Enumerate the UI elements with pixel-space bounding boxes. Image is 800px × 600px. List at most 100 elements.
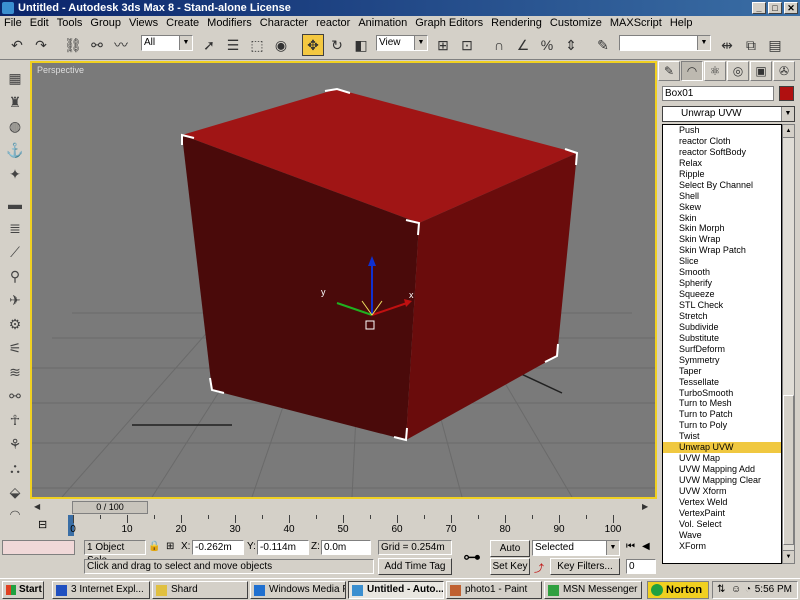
- select-and-move-icon[interactable]: ✥: [302, 34, 324, 56]
- select-object-icon[interactable]: ➚: [198, 34, 220, 56]
- menu-help[interactable]: Help: [666, 16, 697, 30]
- modifier-item[interactable]: Stretch: [663, 311, 781, 322]
- clock-tray-icon[interactable]: ◔: [745, 582, 751, 598]
- scroll-thumb[interactable]: [783, 395, 794, 545]
- toy-car-icon[interactable]: ⚙: [4, 313, 26, 335]
- modifier-item[interactable]: Smooth: [663, 267, 781, 278]
- hinge-icon[interactable]: ⚘: [4, 433, 26, 455]
- network-icon[interactable]: ⇅: [717, 582, 725, 598]
- modifier-item[interactable]: UVW Map: [663, 453, 781, 464]
- spring-icon[interactable]: ≣: [4, 217, 26, 239]
- tab-create[interactable]: ✎: [658, 61, 680, 81]
- default-in-out-tangent-icon[interactable]: ⤴: [534, 560, 544, 575]
- modifier-item[interactable]: TurboSmooth: [663, 388, 781, 399]
- modifier-item[interactable]: UVW Xform: [663, 486, 781, 497]
- maximize-button[interactable]: □: [768, 2, 782, 14]
- deforming-mesh-icon[interactable]: ✦: [4, 163, 26, 185]
- constraint-solver-icon[interactable]: ⚯: [4, 385, 26, 407]
- menu-customize[interactable]: Customize: [546, 16, 606, 30]
- y-coordinate-field[interactable]: -0.114m: [257, 540, 309, 555]
- ragdoll-icon[interactable]: ☥: [4, 409, 26, 431]
- absolute-mode-icon[interactable]: ⊞: [166, 541, 174, 552]
- modifier-item[interactable]: Skew: [663, 202, 781, 213]
- modifier-item[interactable]: Taper: [663, 366, 781, 377]
- layer-manager-icon[interactable]: ▤: [764, 34, 786, 56]
- mini-curve-editor-icon[interactable]: ⊟: [38, 518, 54, 532]
- menu-tools[interactable]: Tools: [53, 16, 87, 30]
- rigid-body-collection-icon[interactable]: ▦: [4, 67, 26, 89]
- modifier-item[interactable]: Squeeze: [663, 289, 781, 300]
- scroll-down-icon[interactable]: ▼: [783, 550, 794, 563]
- spinner-snap-icon[interactable]: ⇕: [560, 34, 582, 56]
- messenger-tray-icon[interactable]: ☺: [731, 582, 741, 598]
- modifier-item-highlighted[interactable]: Unwrap UVW: [663, 442, 781, 454]
- menu-views[interactable]: Views: [125, 16, 162, 30]
- modifier-item[interactable]: Vol. Select: [663, 519, 781, 530]
- time-slider[interactable]: 0 / 100: [72, 501, 148, 514]
- tab-display[interactable]: ▣: [750, 61, 772, 81]
- tab-utilities[interactable]: ✇: [773, 61, 795, 81]
- close-button[interactable]: ✕: [784, 2, 798, 14]
- modifier-list-dropdown[interactable]: Unwrap UVW ▼: [662, 106, 795, 122]
- set-key-icon[interactable]: ⊶: [458, 542, 486, 574]
- named-selection-sets-dropdown[interactable]: ▼: [619, 35, 711, 51]
- mirror-icon[interactable]: ⇹: [716, 34, 738, 56]
- minimize-button[interactable]: _: [752, 2, 766, 14]
- modifier-item[interactable]: Select By Channel: [663, 180, 781, 191]
- edit-named-selection-icon[interactable]: ✎: [592, 34, 614, 56]
- modifier-item[interactable]: Relax: [663, 158, 781, 169]
- fracture-icon[interactable]: ⚟: [4, 337, 26, 359]
- object-name-field[interactable]: Box01: [662, 86, 774, 101]
- norton-button[interactable]: Norton: [647, 581, 709, 599]
- cloth-collection-icon[interactable]: ♜: [4, 91, 26, 113]
- task-msn-messenger[interactable]: MSN Messenger: [544, 581, 642, 599]
- current-frame-field[interactable]: 0: [626, 559, 656, 574]
- modifier-item[interactable]: Wave: [663, 530, 781, 541]
- modifier-item[interactable]: reactor Cloth: [663, 136, 781, 147]
- modifier-item[interactable]: Skin: [663, 213, 781, 224]
- task-3ds-max[interactable]: Untitled - Auto...: [348, 581, 444, 599]
- undo-icon[interactable]: ↶: [6, 34, 28, 56]
- plane-icon[interactable]: ▬: [4, 193, 26, 215]
- select-and-link-icon[interactable]: ⛓: [62, 34, 84, 56]
- pivot-center-icon[interactable]: ⊞: [432, 34, 454, 56]
- modifier-item[interactable]: XForm: [663, 541, 781, 552]
- key-mode-dropdown[interactable]: Selected ▼: [532, 540, 620, 556]
- bind-to-space-warp-icon[interactable]: 〰: [110, 34, 132, 56]
- menu-character[interactable]: Character: [256, 16, 312, 30]
- prismatic-icon[interactable]: ⬙: [4, 481, 26, 503]
- modifier-item[interactable]: Ripple: [663, 169, 781, 180]
- maxscript-listener-mini[interactable]: [2, 540, 75, 555]
- modifier-list-scrollbar[interactable]: ▲ ▼: [782, 124, 795, 564]
- modifier-item[interactable]: Symmetry: [663, 355, 781, 366]
- modifier-item[interactable]: Turn to Mesh: [663, 398, 781, 409]
- snaps-toggle-icon[interactable]: ∩: [488, 34, 510, 56]
- tab-motion[interactable]: ◎: [727, 61, 749, 81]
- tab-hierarchy[interactable]: ⚛: [704, 61, 726, 81]
- modifier-item[interactable]: Slice: [663, 256, 781, 267]
- modifier-item[interactable]: Shell: [663, 191, 781, 202]
- previous-key-icon[interactable]: ◀: [642, 541, 650, 552]
- modifier-item[interactable]: Subdivide: [663, 322, 781, 333]
- modifier-item[interactable]: Vertex Weld: [663, 497, 781, 508]
- reference-coordinate-dropdown[interactable]: View ▼: [376, 35, 428, 51]
- modifier-item[interactable]: Turn to Poly: [663, 420, 781, 431]
- selection-filter-dropdown[interactable]: All ▼: [141, 35, 193, 51]
- wind-icon[interactable]: ✈: [4, 289, 26, 311]
- percent-snap-icon[interactable]: %: [536, 34, 558, 56]
- modifier-item[interactable]: VertexPaint: [663, 508, 781, 519]
- menu-edit[interactable]: Edit: [26, 16, 53, 30]
- go-to-start-icon[interactable]: ⏮: [626, 541, 635, 552]
- x-coordinate-field[interactable]: -0.262m: [192, 540, 244, 555]
- modifier-item[interactable]: Push: [663, 125, 781, 136]
- modifier-item[interactable]: SurfDeform: [663, 344, 781, 355]
- menu-maxscript[interactable]: MAXScript: [606, 16, 666, 30]
- menu-rendering[interactable]: Rendering: [487, 16, 546, 30]
- modifier-item[interactable]: reactor SoftBody: [663, 147, 781, 158]
- unlink-icon[interactable]: ⚯: [86, 34, 108, 56]
- menu-modifiers[interactable]: Modifiers: [203, 16, 256, 30]
- task-paint[interactable]: photo1 - Paint: [446, 581, 542, 599]
- menu-group[interactable]: Group: [86, 16, 125, 30]
- key-filters-button[interactable]: Key Filters...: [550, 558, 620, 575]
- rope-collection-icon[interactable]: ⚓: [4, 139, 26, 161]
